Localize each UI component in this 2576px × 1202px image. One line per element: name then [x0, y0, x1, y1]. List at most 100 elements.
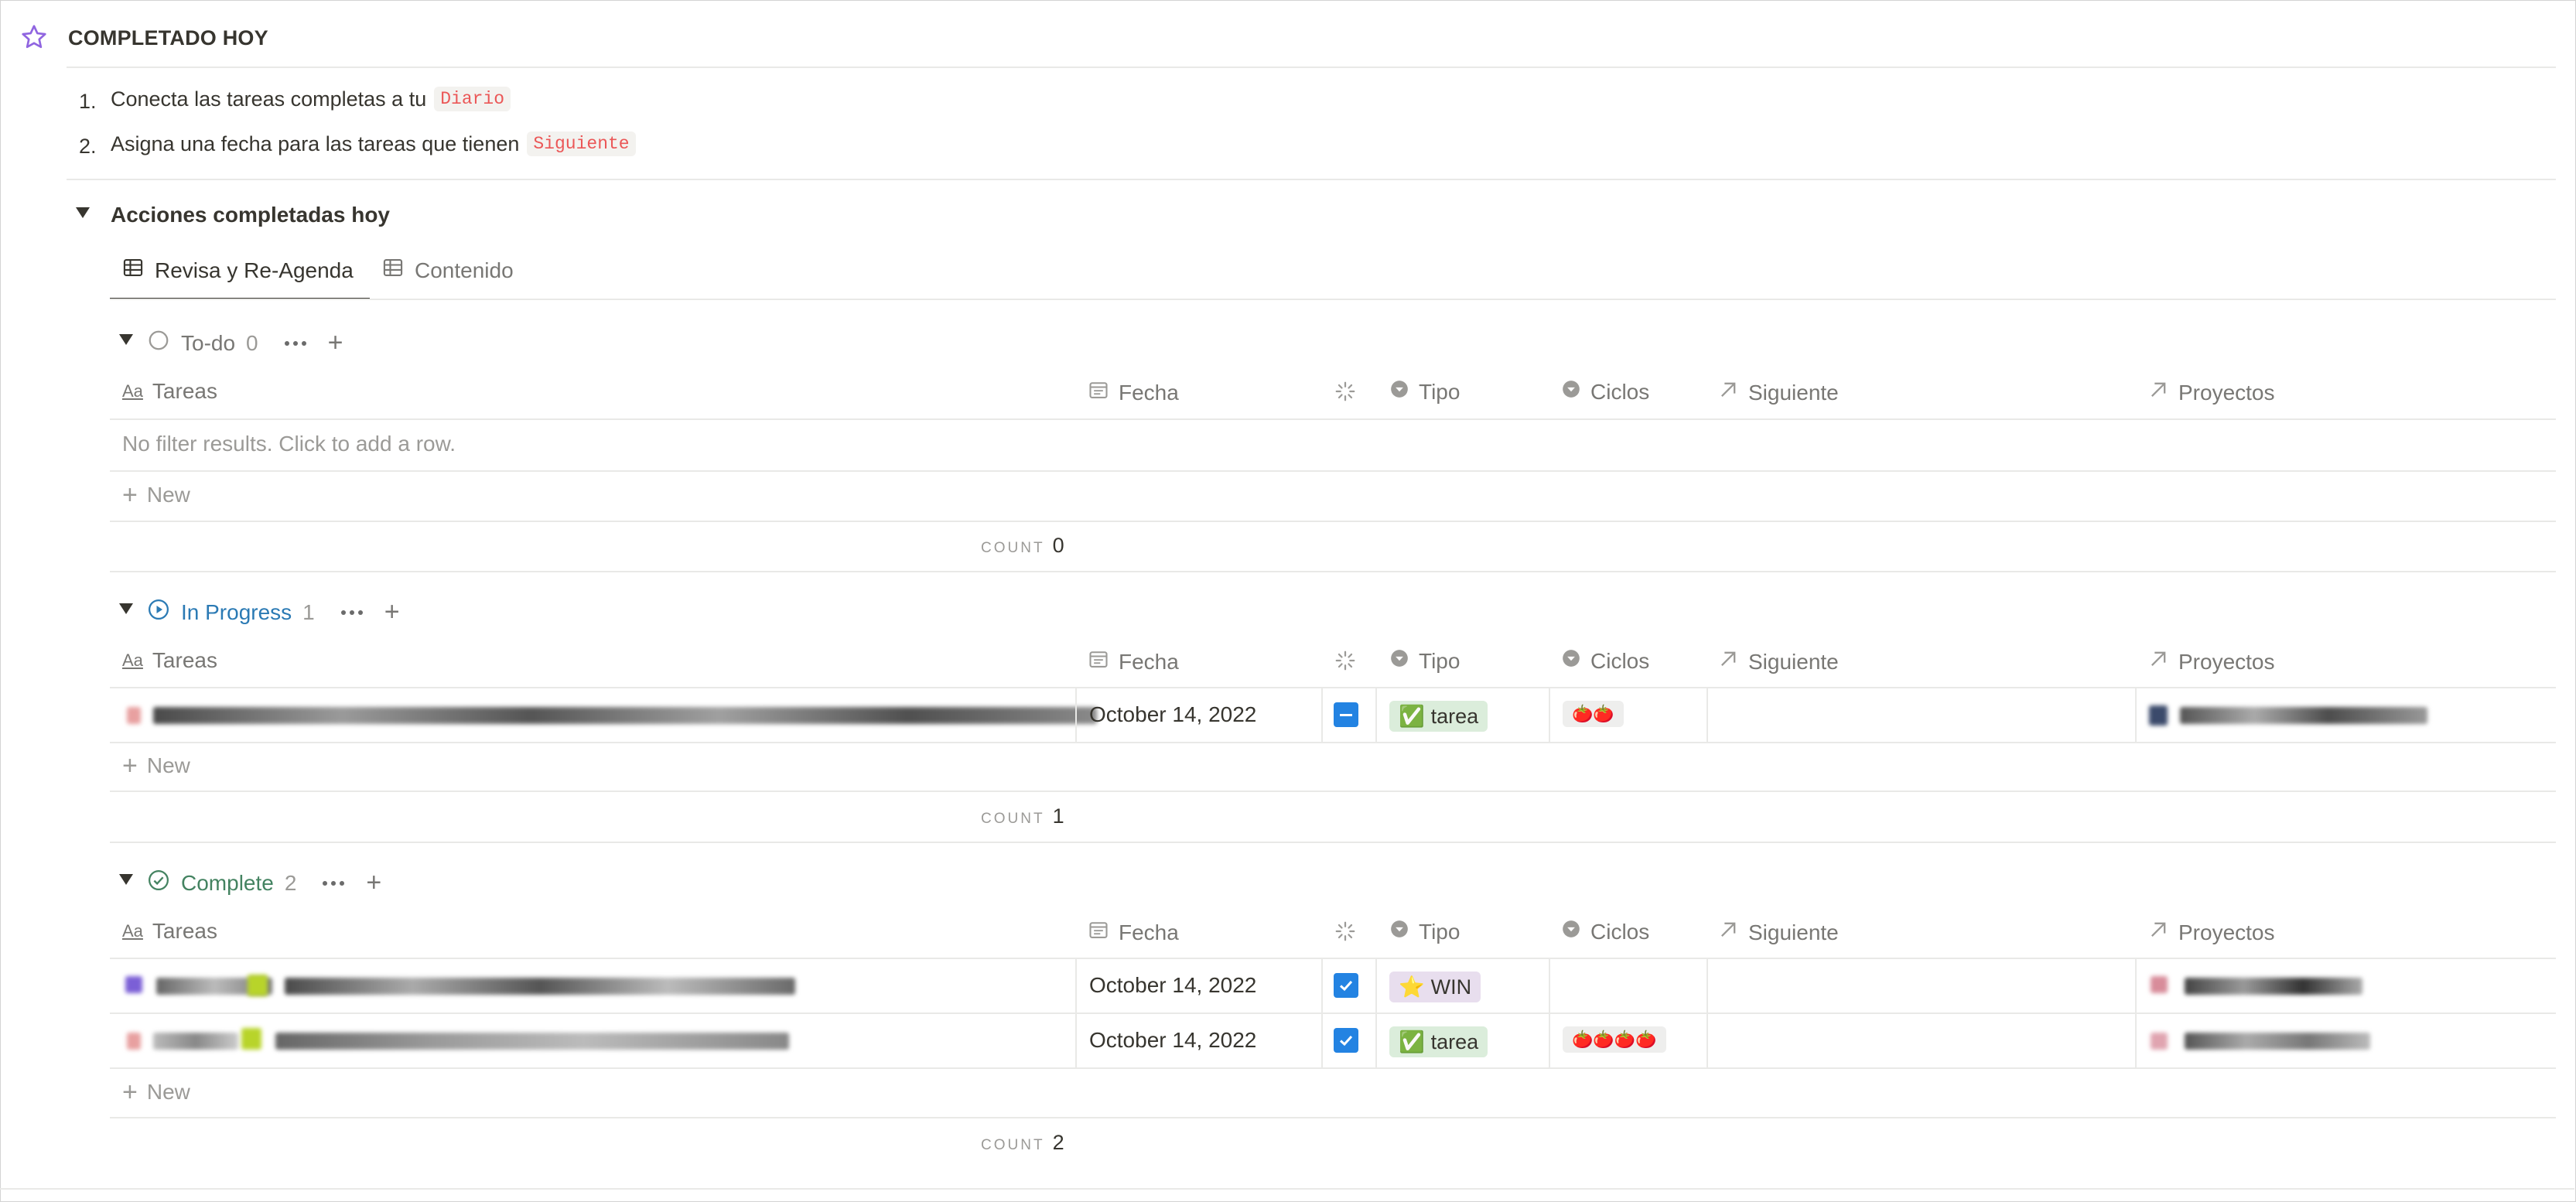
cell-border — [2135, 959, 2137, 1012]
cell-border — [1707, 688, 1708, 742]
status-icon[interactable] — [1334, 649, 1357, 676]
count-footer[interactable]: COUNT 1 — [981, 804, 1064, 828]
cell-border — [1321, 1014, 1323, 1067]
page-icon — [125, 976, 142, 993]
project-icon — [2151, 976, 2168, 993]
task-title-redacted[interactable] — [285, 978, 795, 995]
table-row[interactable]: October 14, 2022 ✅ tarea 🍅🍅 — [110, 688, 2556, 742]
empty-state-text[interactable]: No filter results. Click to add a row. — [122, 432, 456, 456]
column-header-fecha[interactable]: Fecha — [1088, 919, 1179, 946]
divider — [67, 67, 2556, 68]
emoji-redacted — [241, 1028, 261, 1050]
column-header-ciclos[interactable]: Ciclos — [1561, 379, 1649, 405]
new-row-button[interactable]: + New — [122, 480, 190, 510]
group-toggle-icon[interactable] — [119, 334, 133, 345]
column-header-tareas[interactable]: Aa Tareas — [122, 648, 217, 673]
toggle-triangle-icon[interactable] — [76, 207, 90, 218]
group-label: In Progress — [181, 599, 292, 624]
more-options-icon[interactable] — [284, 340, 306, 346]
status-checkbox-checked[interactable] — [1334, 1028, 1358, 1053]
project-name-redacted[interactable] — [2185, 978, 2362, 995]
text-property-icon: Aa — [122, 651, 143, 670]
column-header-siguiente[interactable]: Siguiente — [1717, 919, 1839, 946]
task-title-redacted[interactable] — [275, 1033, 789, 1050]
count-footer[interactable]: COUNT 0 — [981, 534, 1064, 558]
cell-border — [1707, 1014, 1708, 1067]
page-icon — [127, 1033, 141, 1050]
column-header-proyectos[interactable]: Proyectos — [2147, 648, 2275, 675]
toggle-title[interactable]: Acciones completadas hoy — [111, 203, 390, 227]
date-cell[interactable]: October 14, 2022 — [1089, 702, 1256, 727]
table-icon — [382, 257, 404, 284]
column-header-fecha[interactable]: Fecha — [1088, 379, 1179, 406]
list-number: 1. — [79, 90, 97, 113]
status-icon[interactable] — [1334, 920, 1357, 947]
task-title-redacted[interactable] — [153, 707, 1097, 724]
select-icon — [1389, 379, 1409, 405]
list-item-text: Conecta las tareas completas a tu — [111, 87, 427, 111]
column-header-siguiente[interactable]: Siguiente — [1717, 379, 1839, 406]
more-options-icon[interactable] — [340, 610, 363, 615]
group-toggle-icon[interactable] — [119, 874, 133, 885]
table-row[interactable]: October 14, 2022 ✅ tarea 🍅🍅🍅🍅 — [110, 1014, 2556, 1067]
tipo-pill[interactable]: ✅ tarea — [1389, 701, 1488, 732]
plus-icon: + — [122, 480, 138, 510]
status-checkbox-checked[interactable] — [1334, 973, 1358, 998]
emoji-redacted — [248, 975, 268, 996]
tab-contenido[interactable]: Contenido — [382, 257, 514, 284]
group-toggle-icon[interactable] — [119, 603, 133, 614]
select-icon — [1389, 919, 1409, 944]
tab-label: Revisa y Re-Agenda — [155, 258, 354, 282]
group-label: To-do — [181, 330, 236, 355]
ciclos-pill[interactable]: 🍅🍅🍅🍅 — [1563, 1026, 1666, 1053]
project-icon — [2149, 705, 2168, 726]
date-cell[interactable]: October 14, 2022 — [1089, 1028, 1256, 1053]
list-item: Asigna una fecha para las tareas que tie… — [111, 131, 636, 156]
group-header-todo[interactable]: To-do 0 + — [147, 328, 343, 358]
column-header-tipo[interactable]: Tipo — [1389, 648, 1460, 674]
column-header-proyectos[interactable]: Proyectos — [2147, 379, 2275, 406]
tipo-pill[interactable]: ⭐ WIN — [1389, 972, 1481, 1002]
check-mark-icon: ✅ — [1399, 1030, 1425, 1053]
column-header-siguiente[interactable]: Siguiente — [1717, 648, 1839, 675]
add-icon[interactable]: + — [328, 328, 343, 358]
plus-icon: + — [122, 1077, 138, 1107]
group-header-progress[interactable]: In Progress 1 + — [147, 597, 400, 627]
page-title: COMPLETADO HOY — [68, 26, 268, 50]
column-header-tipo[interactable]: Tipo — [1389, 919, 1460, 944]
cell-border — [1375, 688, 1377, 742]
divider — [110, 418, 2556, 420]
status-icon[interactable] — [1334, 380, 1357, 407]
add-icon[interactable]: + — [384, 597, 400, 627]
task-title-redacted[interactable] — [153, 1033, 238, 1050]
column-header-tareas[interactable]: Aa Tareas — [122, 379, 217, 404]
column-header-ciclos[interactable]: Ciclos — [1561, 919, 1649, 944]
group-header-complete[interactable]: Complete 2 + — [147, 868, 381, 898]
table-row[interactable]: October 14, 2022 ⭐ WIN — [110, 959, 2556, 1012]
column-header-ciclos[interactable]: Ciclos — [1561, 648, 1649, 674]
date-cell[interactable]: October 14, 2022 — [1089, 973, 1256, 998]
add-icon[interactable]: + — [366, 868, 381, 898]
cell-border — [1075, 1014, 1077, 1067]
tab-revisa[interactable]: Revisa y Re-Agenda — [122, 257, 354, 284]
new-row-button[interactable]: + New — [122, 753, 190, 779]
new-row-button[interactable]: + New — [122, 1077, 190, 1107]
divider — [110, 1117, 2556, 1118]
divider — [0, 1188, 2574, 1190]
more-options-icon[interactable] — [323, 880, 345, 886]
status-checkbox-partial[interactable] — [1334, 702, 1358, 727]
group-count: 0 — [246, 330, 258, 355]
cell-border — [1375, 1014, 1377, 1067]
tab-label: Contenido — [415, 258, 514, 282]
column-header-fecha[interactable]: Fecha — [1088, 648, 1179, 675]
column-header-proyectos[interactable]: Proyectos — [2147, 919, 2275, 946]
count-footer[interactable]: COUNT 2 — [981, 1131, 1064, 1155]
ciclos-pill[interactable]: 🍅🍅 — [1563, 701, 1624, 727]
project-name-redacted[interactable] — [2185, 1033, 2370, 1050]
project-name-redacted[interactable] — [2180, 707, 2427, 724]
column-header-tipo[interactable]: Tipo — [1389, 379, 1460, 405]
tipo-pill[interactable]: ✅ tarea — [1389, 1026, 1488, 1057]
list-number: 2. — [79, 135, 97, 158]
project-icon — [2151, 1033, 2168, 1050]
column-header-tareas[interactable]: Aa Tareas — [122, 919, 217, 944]
